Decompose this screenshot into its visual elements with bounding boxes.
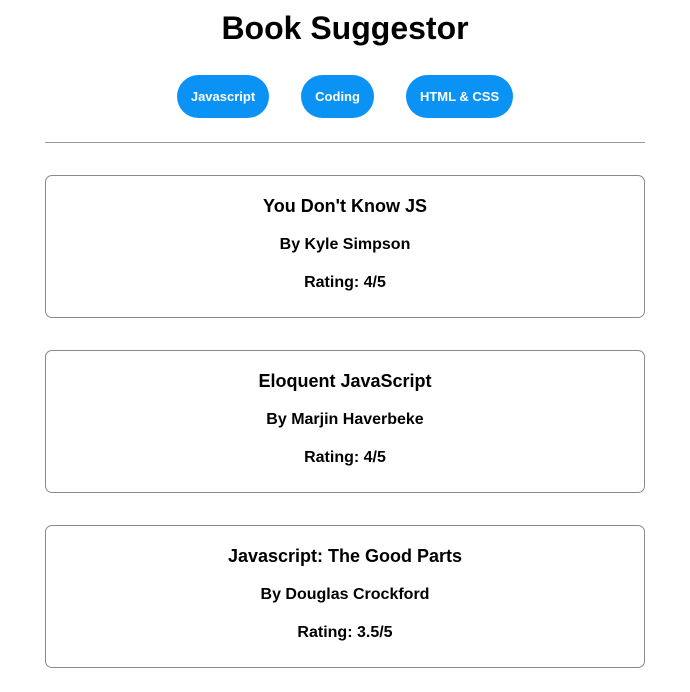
- category-filter-bar: Javascript Coding HTML & CSS: [0, 75, 690, 118]
- filter-html-css-button[interactable]: HTML & CSS: [405, 75, 514, 118]
- filter-javascript-button[interactable]: Javascript: [176, 75, 270, 118]
- filter-coding-button[interactable]: Coding: [301, 75, 374, 118]
- book-author: By Douglas Crockford: [260, 586, 430, 603]
- book-rating: Rating: 4/5: [304, 274, 386, 291]
- book-title: Eloquent JavaScript: [258, 371, 432, 391]
- section-divider: [45, 142, 645, 143]
- page-title: Book Suggestor: [221, 10, 469, 46]
- book-rating: Rating: 4/5: [304, 449, 386, 466]
- book-title: Javascript: The Good Parts: [227, 546, 463, 566]
- book-author: By Marjin Haverbeke: [266, 411, 424, 428]
- book-rating: Rating: 3.5/5: [297, 624, 393, 641]
- book-list: You Don't Know JS By Kyle Simpson Rating…: [0, 175, 690, 668]
- book-title: You Don't Know JS: [263, 196, 427, 216]
- book-card: Eloquent JavaScript By Marjin Haverbeke …: [45, 350, 645, 493]
- book-suggestor-page: Book Suggestor Javascript Coding HTML & …: [0, 0, 690, 692]
- book-card: Javascript: The Good Parts By Douglas Cr…: [45, 525, 645, 668]
- book-author: By Kyle Simpson: [279, 236, 411, 253]
- book-card: You Don't Know JS By Kyle Simpson Rating…: [45, 175, 645, 318]
